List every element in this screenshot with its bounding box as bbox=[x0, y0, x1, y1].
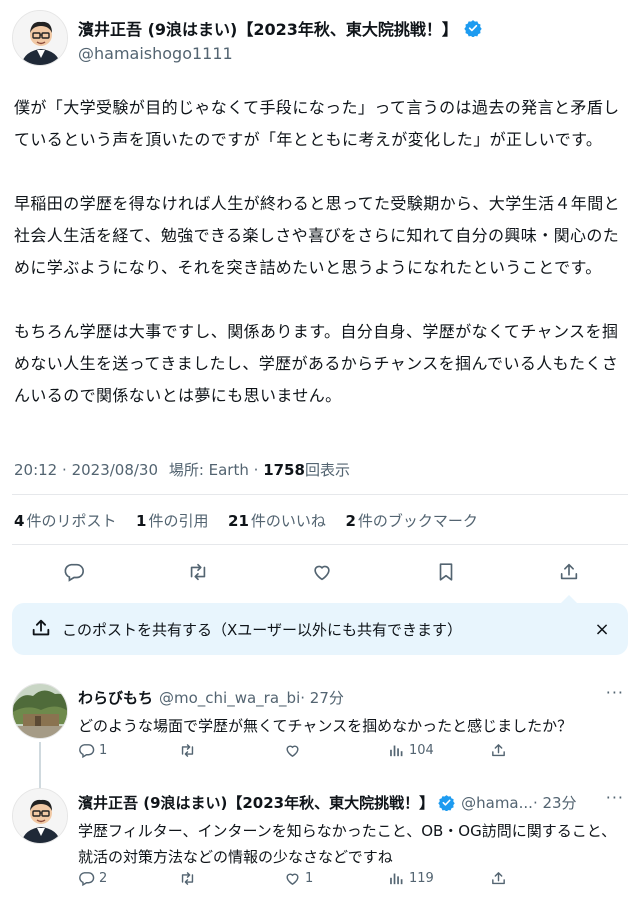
reply-count: 1 bbox=[99, 742, 108, 758]
tweet-header: 濱井正吾 (9浪はまい)【2023年秋、東大院挑戦！】 @hamaishogo1… bbox=[12, 8, 628, 72]
reply-action-bar: 2 1 119 bbox=[78, 868, 548, 888]
reply-text: 学歴フィルター、インターンを知らなかったこと、OB・OG訪問に関すること、就活の… bbox=[78, 822, 617, 866]
reply-item[interactable]: わらびもち @mo_chi_wa_ra_bi · 27分 ··· どのような場面… bbox=[12, 683, 628, 773]
tweet-location: 場所: Earth bbox=[168, 461, 249, 479]
bookmarks-stat[interactable]: 2 件のブックマーク bbox=[345, 512, 477, 530]
engagement-stats: 4 件のリポスト 1 件の引用 21 件のいいね 2 件のブックマーク bbox=[14, 510, 478, 531]
more-options-icon[interactable]: ··· bbox=[606, 788, 624, 807]
reply-icon bbox=[79, 743, 95, 758]
author-handle[interactable]: @hamaishogo1111 bbox=[78, 44, 233, 63]
likes-stat[interactable]: 21 件のいいね bbox=[228, 512, 326, 530]
close-icon[interactable]: × bbox=[590, 617, 614, 641]
reply-text: どのような場面で学歴が無くてチャンスを掴めなかったと感じましたか？ bbox=[78, 717, 573, 735]
view-count-label: 回表示 bbox=[304, 461, 350, 479]
reply-time[interactable]: · 23分 bbox=[533, 792, 577, 813]
tweet-text: 僕が「大学受験が目的じゃなくて手段になった」って言うのは過去の発言と矛盾している… bbox=[14, 98, 621, 405]
reply-author-handle[interactable]: @hama... bbox=[461, 794, 533, 812]
verified-badge-icon bbox=[438, 794, 455, 811]
share-banner[interactable]: このポストを共有する（Xユーザー以外にも共有できます） × bbox=[12, 595, 628, 655]
reply-repost-button[interactable] bbox=[179, 868, 200, 888]
author-avatar[interactable] bbox=[12, 10, 68, 66]
reply-item[interactable]: 濱井正吾 (9浪はまい)【2023年秋、東大院挑戦！】 @hama... · 2… bbox=[12, 788, 628, 892]
share-icon[interactable] bbox=[555, 558, 583, 586]
like-icon bbox=[286, 873, 299, 885]
views-count: 104 bbox=[409, 742, 434, 758]
reply-author-handle[interactable]: @mo_chi_wa_ra_bi bbox=[159, 689, 300, 707]
share-icon bbox=[492, 871, 505, 884]
reply-reply-button[interactable]: 1 bbox=[78, 740, 107, 760]
reply-count: 2 bbox=[99, 870, 108, 886]
meta-separator: · bbox=[253, 461, 264, 479]
more-options-icon[interactable]: ··· bbox=[606, 683, 624, 702]
repost-icon bbox=[181, 743, 194, 757]
reply-reply-button[interactable]: 2 bbox=[78, 868, 107, 888]
reposts-stat[interactable]: 4 件のリポスト bbox=[14, 512, 116, 530]
views-count: 119 bbox=[409, 870, 434, 886]
reply-avatar[interactable] bbox=[12, 788, 68, 844]
reply-author-name[interactable]: わらびもち bbox=[78, 687, 153, 708]
reply-share-button[interactable] bbox=[490, 740, 507, 760]
tweet-time[interactable]: 20:12 bbox=[14, 461, 57, 479]
view-count: 1758 bbox=[263, 461, 305, 479]
divider bbox=[12, 494, 628, 495]
reply-share-button[interactable] bbox=[490, 868, 507, 888]
reply-like-button[interactable]: 1 bbox=[284, 868, 313, 888]
author-display-name[interactable]: 濱井正吾 (9浪はまい)【2023年秋、東大院挑戦！】 bbox=[78, 16, 458, 40]
like-icon bbox=[286, 745, 299, 757]
reply-author-name[interactable]: 濱井正吾 (9浪はまい)【2023年秋、東大院挑戦！】 bbox=[78, 792, 434, 813]
divider bbox=[12, 544, 628, 545]
reply-time[interactable]: · 27分 bbox=[300, 687, 344, 708]
action-bar bbox=[12, 556, 628, 588]
reply-views-button[interactable]: 119 bbox=[388, 868, 434, 888]
reply-action-bar: 1 104 bbox=[78, 740, 548, 760]
share-banner-text: このポストを共有する（Xユーザー以外にも共有できます） bbox=[62, 621, 462, 639]
bookmark-icon[interactable] bbox=[432, 558, 460, 586]
share-upload-icon bbox=[30, 617, 52, 643]
tweet-meta: 20:12 · 2023/08/30 場所: Earth · 1758回表示 bbox=[14, 459, 350, 480]
repost-icon bbox=[181, 871, 194, 885]
quotes-stat[interactable]: 1 件の引用 bbox=[136, 512, 208, 530]
repost-icon[interactable] bbox=[184, 558, 212, 586]
reply-like-button[interactable] bbox=[284, 740, 305, 760]
reply-avatar[interactable] bbox=[12, 683, 68, 739]
reply-icon[interactable] bbox=[60, 558, 88, 586]
views-icon bbox=[390, 873, 403, 884]
reply-repost-button[interactable] bbox=[179, 740, 200, 760]
reply-views-button[interactable]: 104 bbox=[388, 740, 434, 760]
tweet-date[interactable]: 2023/08/30 bbox=[72, 461, 158, 479]
verified-badge-icon bbox=[464, 19, 482, 37]
share-icon bbox=[492, 743, 505, 756]
author-name-line: 濱井正吾 (9浪はまい)【2023年秋、東大院挑戦！】 bbox=[78, 16, 482, 40]
reply-header: 濱井正吾 (9浪はまい)【2023年秋、東大院挑戦！】 @hama... · 2… bbox=[78, 792, 577, 813]
like-icon[interactable] bbox=[308, 558, 336, 586]
views-icon bbox=[390, 745, 403, 756]
reply-icon bbox=[79, 871, 95, 886]
meta-separator: · bbox=[62, 461, 72, 479]
reply-header: わらびもち @mo_chi_wa_ra_bi · 27分 bbox=[78, 687, 344, 708]
like-count: 1 bbox=[305, 870, 314, 886]
